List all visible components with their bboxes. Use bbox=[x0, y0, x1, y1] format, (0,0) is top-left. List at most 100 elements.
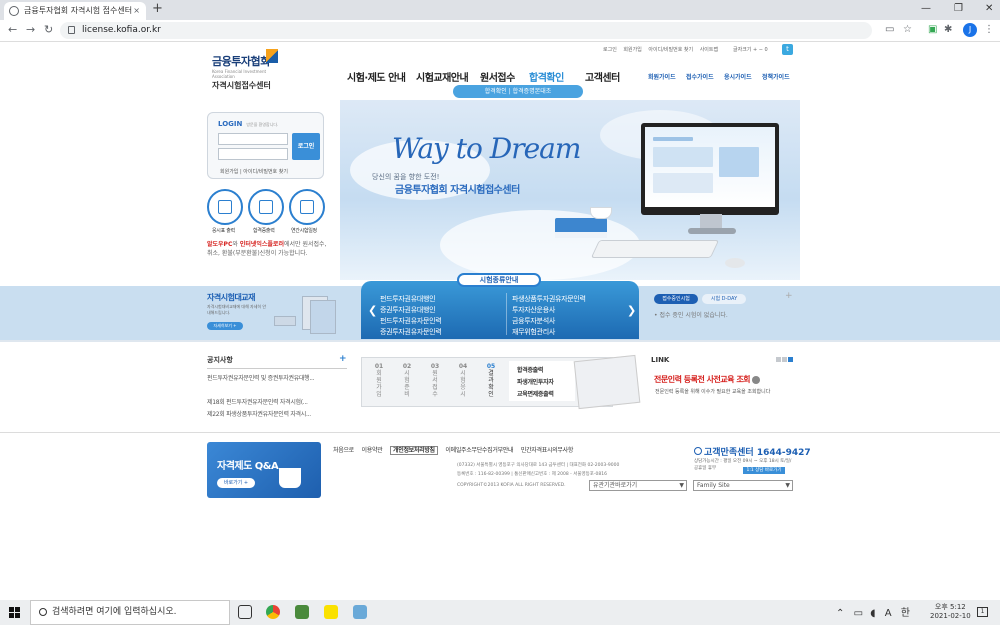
notice-more-icon[interactable]: + bbox=[339, 354, 347, 364]
forward-button[interactable]: → bbox=[26, 23, 35, 36]
login-links[interactable]: 회원가입 | 아이디/비밀번호 찾기 bbox=[220, 168, 288, 175]
step-item[interactable]: 04 시험응시 bbox=[448, 363, 478, 403]
close-window-button[interactable]: ✕ bbox=[985, 3, 993, 14]
volume-icon[interactable]: ◖ bbox=[870, 608, 875, 619]
sub-navigation[interactable]: 합격확인 | 합격증명본대조 bbox=[453, 85, 583, 98]
certificate-print-link[interactable]: 합격증출력 bbox=[517, 365, 543, 374]
tray-expand-icon[interactable]: ⌃ bbox=[836, 608, 844, 619]
exam-item[interactable]: 펀드투자권유자문인력 bbox=[380, 316, 442, 326]
exam-item[interactable]: 투자자산운용사 bbox=[512, 305, 555, 315]
ime-mode[interactable]: A bbox=[885, 608, 892, 619]
gnb-support[interactable]: 고객센터 bbox=[585, 69, 620, 84]
puzzle-icon[interactable]: ✱ bbox=[944, 24, 952, 35]
step-label: 회원가입 bbox=[376, 370, 382, 398]
prev-arrow-icon[interactable]: ❮ bbox=[368, 304, 377, 317]
browser-tab[interactable]: 금융투자협회 자격시험 접수센터 × bbox=[4, 2, 146, 20]
new-tab-button[interactable]: + bbox=[152, 1, 163, 16]
quick-policy-guide[interactable]: 정책가이드 bbox=[762, 72, 790, 81]
step-item[interactable]: 03 원서접수 bbox=[420, 363, 450, 403]
tab-dday[interactable]: 시험 D-DAY bbox=[702, 294, 746, 304]
related-sites-value: 유관기관바로가기 bbox=[593, 482, 638, 489]
quick-apply-guide[interactable]: 접수가이드 bbox=[686, 72, 714, 81]
certificate-button[interactable] bbox=[248, 189, 284, 225]
derivatives-link[interactable]: 파생개인투자자 bbox=[517, 377, 554, 386]
textbook-more-button[interactable]: 자세히보기 + bbox=[207, 322, 243, 330]
exam-item[interactable]: 금융투자분석사 bbox=[512, 316, 555, 326]
next-arrow-icon[interactable]: ❯ bbox=[627, 304, 636, 317]
qa-banner[interactable]: 자격제도 Q&A 바로가기 + bbox=[207, 442, 321, 498]
mouse-illustration bbox=[725, 258, 745, 268]
taskbar-search[interactable]: 검색하려면 여기에 입력하십시오. bbox=[30, 600, 230, 625]
exam-item[interactable]: 재무위험관리사 bbox=[512, 327, 555, 337]
profile-avatar[interactable]: J bbox=[963, 23, 977, 37]
panel-divider bbox=[506, 293, 507, 335]
schedule-button[interactable] bbox=[289, 189, 325, 225]
footer-terms-link[interactable]: 이용약관 bbox=[362, 447, 383, 454]
star-icon[interactable]: ☆ bbox=[903, 24, 912, 35]
minimize-button[interactable]: — bbox=[921, 3, 931, 14]
cup-illustration bbox=[590, 207, 612, 219]
network-icon[interactable]: ▭ bbox=[854, 608, 863, 619]
quick-exam-guide[interactable]: 응시가이드 bbox=[724, 72, 752, 81]
footer-license-link[interactable]: 민간자격표시의무사항 bbox=[521, 447, 574, 454]
site-logo[interactable]: 금융투자협회 Korea Financial Investment Associ… bbox=[212, 49, 282, 90]
gnb-result[interactable]: 합격확인 bbox=[529, 69, 564, 84]
footer-email-link[interactable]: 이메일주소무단수집거부안내 bbox=[445, 447, 513, 454]
maximize-button[interactable]: ❐ bbox=[954, 3, 963, 14]
login-button[interactable]: 로그인 bbox=[292, 133, 320, 160]
twitter-icon[interactable]: t bbox=[782, 44, 793, 55]
step-item-active[interactable]: 05 결과확인 bbox=[476, 363, 506, 403]
notice-item[interactable]: 제22회 파생상품투자권유자문인력 자격시... bbox=[207, 409, 311, 418]
util-join[interactable]: 회원가입 bbox=[623, 47, 641, 53]
exam-item[interactable]: 펀드투자권유대행인 bbox=[380, 294, 436, 304]
menu-dots-icon[interactable]: ⋮ bbox=[984, 24, 994, 35]
link-headline[interactable]: 전문인력 등록전 사전교육 조회 bbox=[654, 374, 761, 385]
consult-button[interactable]: 1:1 상담 바로가기 bbox=[743, 467, 785, 474]
gnb-exam-info[interactable]: 시험·제도 안내 bbox=[347, 69, 406, 84]
font-size-control[interactable]: 글자크기 + − 0 bbox=[733, 46, 768, 53]
tab-open-exams[interactable]: 접수중인시험 bbox=[654, 294, 698, 304]
address-input[interactable]: license.kofia.or.kr bbox=[60, 22, 872, 39]
quick-member-guide[interactable]: 회원가이드 bbox=[648, 72, 676, 81]
step-item[interactable]: 01 회원가입 bbox=[364, 363, 394, 403]
chrome-icon[interactable] bbox=[266, 605, 280, 619]
ime-lang[interactable]: 한 bbox=[901, 608, 910, 619]
admission-ticket-button[interactable] bbox=[207, 189, 243, 225]
exemption-print-link[interactable]: 교육면제증출력 bbox=[517, 389, 554, 398]
footer-home-link[interactable]: 처음으로 bbox=[333, 447, 354, 454]
extension-icon[interactable]: ▣ bbox=[928, 24, 937, 35]
exam-item[interactable]: 증권투자권유자문인력 bbox=[380, 327, 442, 337]
notification-icon[interactable]: 1 bbox=[977, 607, 988, 617]
step-label: 시험준비 bbox=[404, 370, 410, 398]
kakaotalk-icon[interactable] bbox=[324, 605, 338, 619]
task-view-icon[interactable] bbox=[238, 605, 252, 619]
exam-more-icon[interactable]: + bbox=[785, 291, 793, 301]
link-pager[interactable] bbox=[776, 357, 796, 362]
exam-item[interactable]: 파생상품투자권유자문인력 bbox=[512, 294, 586, 304]
clock-date: 2021-02-10 bbox=[930, 612, 971, 620]
gnb-textbook[interactable]: 시험교재안내 bbox=[416, 69, 469, 84]
util-sitemap[interactable]: 사이트맵 bbox=[700, 47, 718, 53]
calculator-icon[interactable] bbox=[295, 605, 309, 619]
book-pages bbox=[555, 232, 607, 238]
util-find[interactable]: 아이디/비밀번호 찾기 bbox=[648, 47, 693, 53]
qa-button[interactable]: 바로가기 + bbox=[217, 478, 255, 488]
windows-start-icon[interactable] bbox=[9, 607, 21, 619]
taskbar-clock[interactable]: 오후 5:12 2021-02-10 bbox=[930, 603, 971, 621]
app-icon[interactable] bbox=[353, 605, 367, 619]
notice-item[interactable]: 제18회 펀드투자권유자문인력 자격시험(... bbox=[207, 397, 308, 406]
exam-item[interactable]: 증권투자권유대행인 bbox=[380, 305, 436, 315]
step-item[interactable]: 02 시험준비 bbox=[392, 363, 422, 403]
password-input[interactable] bbox=[218, 148, 288, 160]
reload-button[interactable]: ↻ bbox=[44, 23, 53, 36]
util-login[interactable]: 로그인 bbox=[603, 47, 617, 53]
id-input[interactable] bbox=[218, 133, 288, 145]
gnb-apply[interactable]: 원서접수 bbox=[480, 69, 515, 84]
tab-close-icon[interactable]: × bbox=[133, 2, 140, 20]
footer-privacy-link[interactable]: 개인정보처리방침 bbox=[390, 446, 438, 455]
notice-item[interactable]: 펀드투자권유자문인력 및 증권투자권유대행... bbox=[207, 374, 347, 383]
cast-icon[interactable]: ▭ bbox=[885, 24, 894, 35]
family-site-select[interactable]: Family Site ▼ bbox=[693, 480, 793, 491]
back-button[interactable]: ← bbox=[8, 23, 17, 36]
related-sites-select[interactable]: 유관기관바로가기 ▼ bbox=[589, 480, 687, 491]
